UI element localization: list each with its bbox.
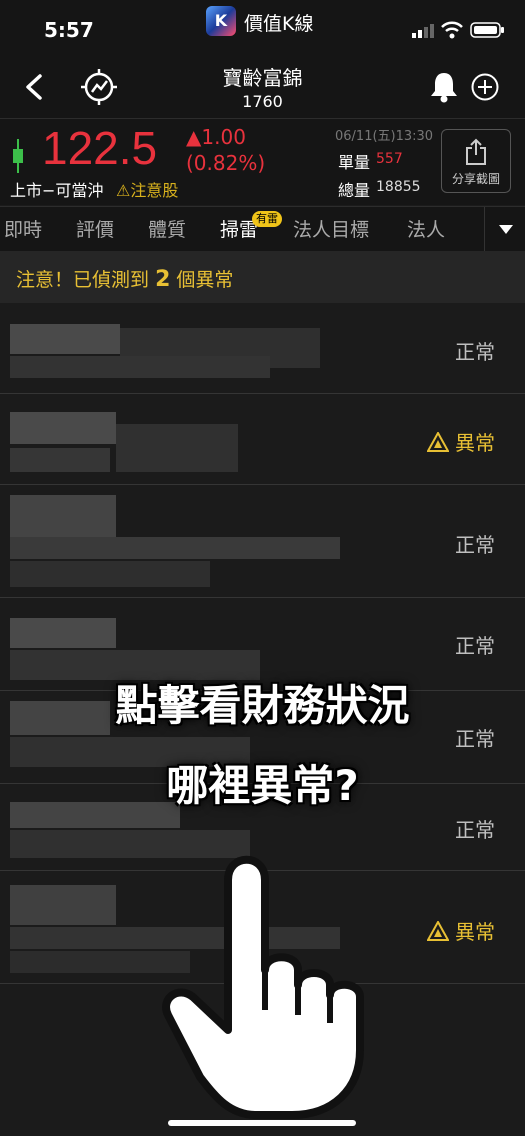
row-status: 正常 — [455, 336, 495, 365]
alert-text: 注意！已偵測到 2 個異常 — [16, 265, 233, 292]
bell-icon[interactable] — [428, 70, 460, 104]
home-indicator — [168, 1120, 356, 1126]
pointing-hand-icon — [162, 855, 364, 1119]
overlay-title-line1: 點擊看財務狀況 — [115, 681, 410, 730]
share-label: 分享截圖 — [451, 172, 500, 186]
total-volume-label: 總量 — [338, 181, 371, 200]
status-time: 5:57 — [44, 18, 94, 42]
row-status: 正常 — [455, 814, 495, 843]
list-item[interactable]: 異常 — [0, 394, 525, 485]
wifi-icon — [441, 21, 463, 39]
list-item[interactable]: 正常 — [0, 485, 525, 598]
share-icon — [466, 138, 486, 165]
price-change: ▲1.00 — [186, 125, 246, 149]
add-icon[interactable] — [470, 72, 500, 102]
back-icon[interactable] — [20, 72, 50, 102]
row-status-text: 正常 — [455, 533, 495, 557]
row-status-text: 正常 — [455, 340, 495, 364]
blurred-content — [8, 394, 343, 484]
alert-banner: 注意！已偵測到 2 個異常 — [0, 251, 525, 303]
warning-icon — [425, 430, 450, 452]
alert-count: 2 — [155, 267, 171, 292]
warning-icon — [425, 919, 450, 941]
battery-icon — [470, 22, 504, 38]
tab-more-button[interactable] — [484, 207, 525, 251]
row-status-text: 正常 — [455, 634, 495, 658]
blurred-content — [8, 304, 343, 393]
app-logo: K — [206, 6, 236, 36]
price-change-percent: (0.82%) — [186, 151, 266, 175]
unit-volume-label: 單量 — [338, 153, 371, 172]
alert-suffix: 個異常 — [176, 269, 234, 291]
overlay-title-line2: 哪裡異常? — [166, 761, 359, 810]
quote-datetime: 06/11(五)13:30 — [335, 129, 434, 144]
status-bar: 5:57 K 價值K線 — [0, 0, 525, 56]
tab-bar: 即時 評價 體質 掃雷 有雷 法人目標 法人 — [0, 206, 525, 252]
nav-header: 寶齡富錦 1760 — [0, 56, 525, 118]
row-status-text: 異常 — [455, 431, 495, 455]
candlestick-icon — [13, 139, 23, 173]
signal-icon — [412, 24, 434, 38]
chevron-down-icon — [499, 225, 513, 234]
tab-valuation[interactable]: 評價 — [76, 215, 114, 242]
unit-volume-value: 557 — [376, 151, 403, 167]
share-screenshot-button[interactable]: 分享截圖 — [441, 129, 511, 193]
tab-badge: 有雷 — [252, 211, 282, 227]
row-status: 正常 — [455, 529, 495, 558]
price-info: 122.5 ▲1.00 (0.82%) 上市−可當沖 ⚠注意股 06/11(五)… — [0, 118, 525, 205]
alert-prefix: 注意！已偵測到 — [16, 269, 150, 291]
tab-realtime[interactable]: 即時 — [4, 215, 42, 242]
trend-compass-icon[interactable] — [80, 68, 118, 106]
blurred-content — [8, 485, 343, 597]
app-name: 價值K線 — [244, 13, 314, 35]
price-value: 122.5 — [42, 122, 158, 174]
list-item[interactable]: 正常 — [0, 304, 525, 394]
row-status: 異常 — [425, 916, 495, 945]
tab-institution-target[interactable]: 法人目標 — [293, 215, 369, 242]
row-status: 異常 — [425, 427, 495, 456]
row-status-text: 異常 — [455, 920, 495, 944]
tab-fundamentals[interactable]: 體質 — [148, 215, 186, 242]
stock-name: 寶齡富錦 — [222, 66, 303, 90]
total-volume-value: 18855 — [376, 179, 421, 195]
tab-institution[interactable]: 法人 — [407, 215, 445, 242]
warning-stock-label: ⚠注意股 — [116, 181, 179, 200]
row-status: 正常 — [455, 630, 495, 659]
market-label: 上市−可當沖 — [10, 181, 104, 200]
row-status-text: 正常 — [455, 818, 495, 842]
stock-code: 1760 — [242, 92, 283, 111]
